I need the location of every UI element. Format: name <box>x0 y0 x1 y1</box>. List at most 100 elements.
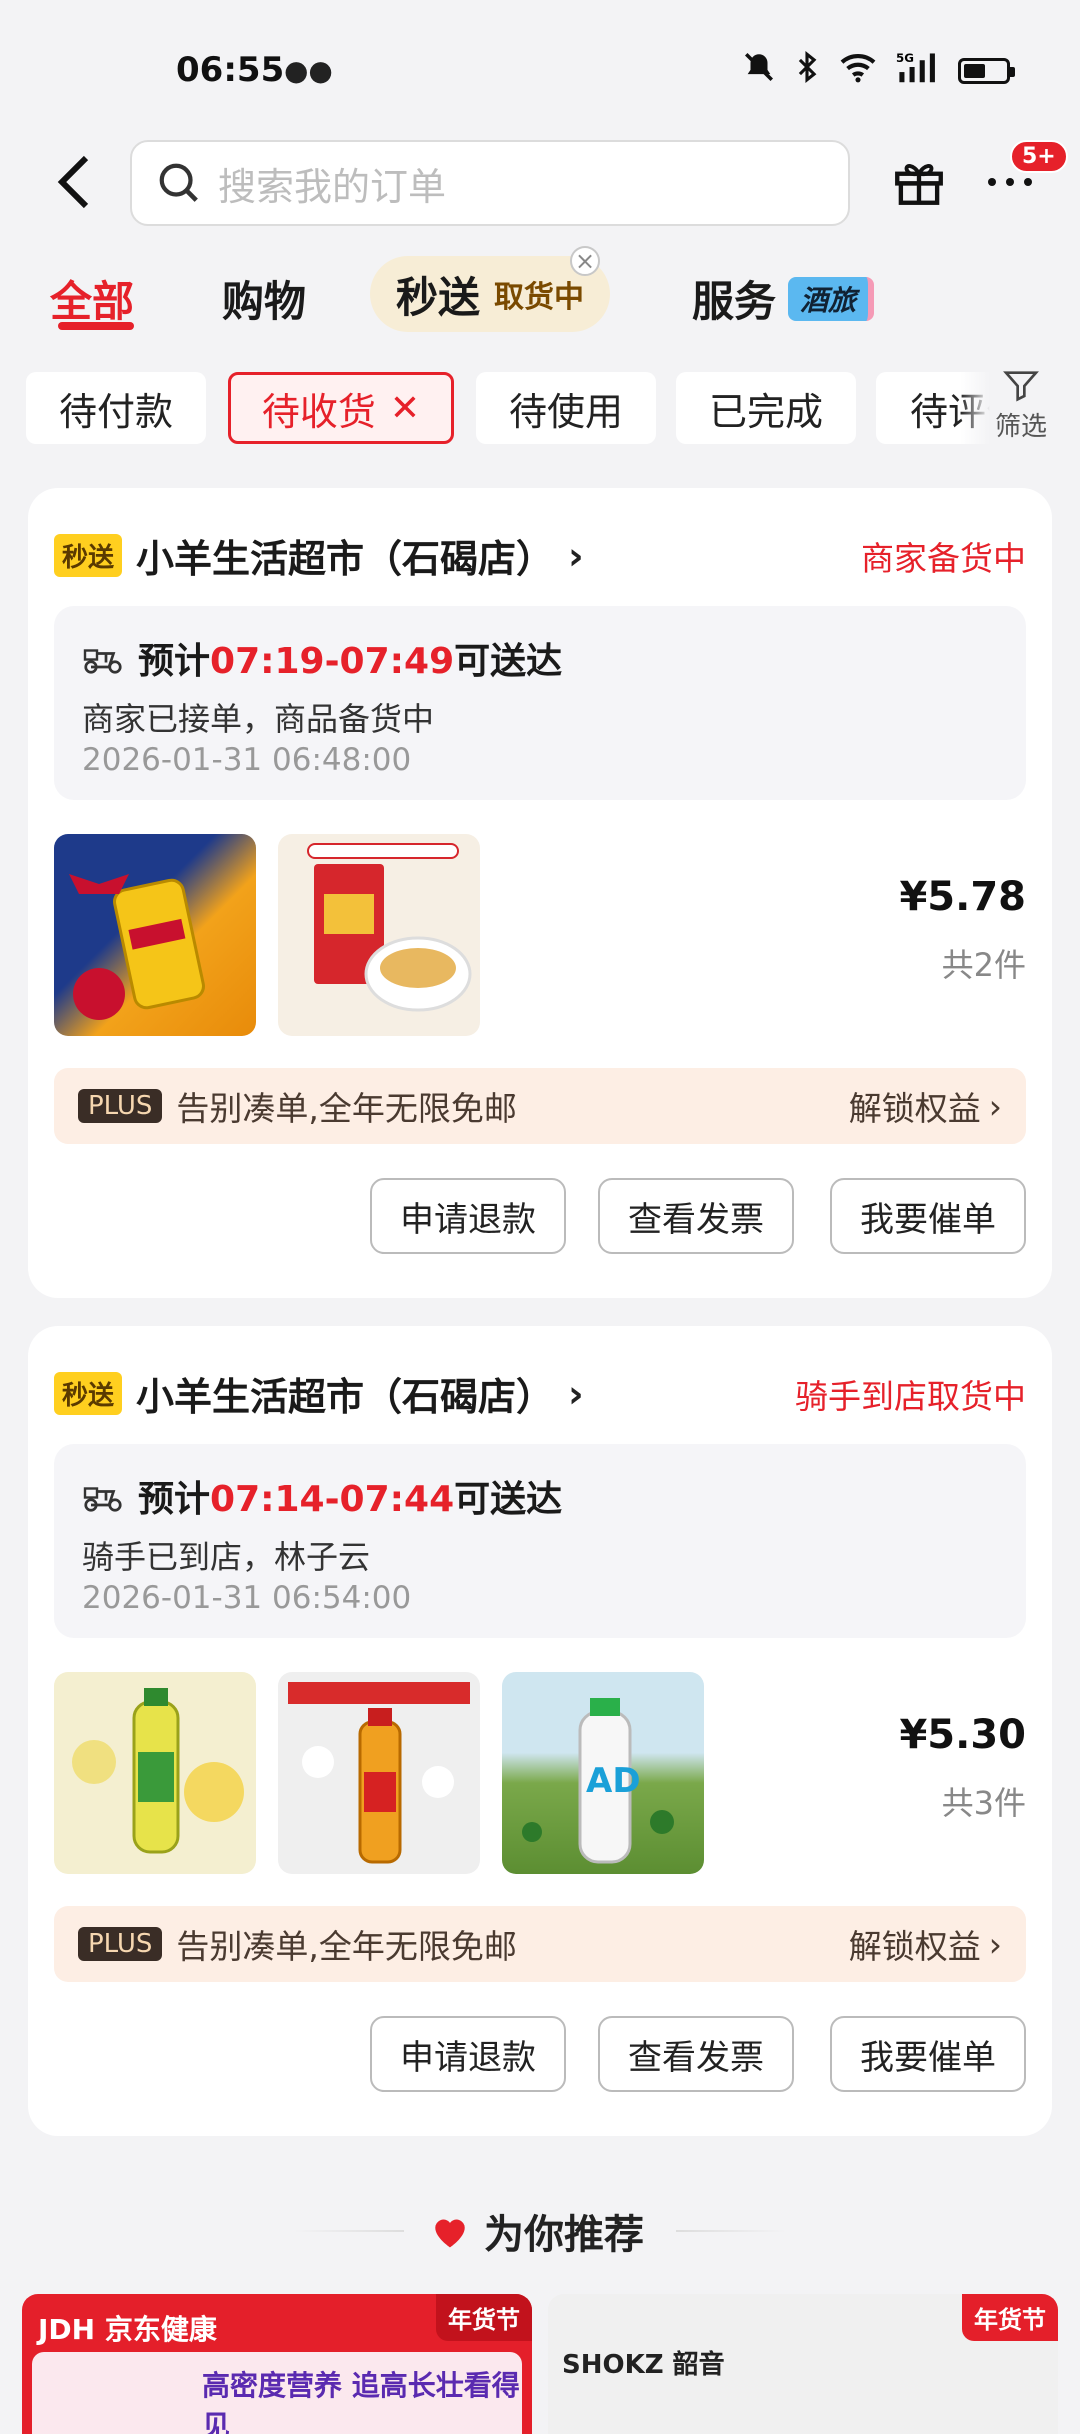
unlock-benefits-link[interactable]: 解锁权益 › <box>849 1920 1002 1968</box>
order-card[interactable]: 秒送 小羊生活超市（石碣店） › 商家备货中 预计07:19-07:49可送达 … <box>28 488 1052 1298</box>
divider <box>294 2230 404 2232</box>
chevron-right-icon: › <box>568 1371 584 1416</box>
close-icon[interactable]: ✕ <box>390 388 420 429</box>
eta-prefix: 预计 <box>138 641 211 682</box>
gift-icon <box>895 164 943 205</box>
store-name: 小羊生活超市（石碣店） <box>136 537 555 581</box>
recommend-brand: SHOKZ 韶音 <box>562 2350 725 2380</box>
store-name: 小羊生活超市（石碣店） <box>136 1375 555 1419</box>
divider <box>676 2230 786 2232</box>
order-card[interactable]: 秒送 小羊生活超市（石碣店） › 骑手到店取货中 预计07:14-07:44可送… <box>28 1326 1052 2136</box>
product-redbull-image <box>69 874 205 1020</box>
wifi-icon <box>838 51 878 91</box>
delivery-info[interactable]: 预计07:19-07:49可送达 商家已接单，商品备货中 2026-01-31 … <box>54 606 1026 800</box>
flash-tag: 秒送 <box>54 534 123 577</box>
urge-order-button[interactable]: 我要催单 <box>830 1178 1026 1254</box>
status-time: 06:55 <box>176 50 285 90</box>
plus-tag: PLUS <box>78 1089 163 1123</box>
chevron-left-icon <box>57 155 89 209</box>
flash-tag: 秒送 <box>54 1372 123 1415</box>
tab-service[interactable]: 服务 酒旅 <box>692 268 875 329</box>
product-pear-drink-image <box>72 1688 244 1854</box>
tag-hotel: 酒旅 <box>788 276 875 321</box>
recommend-brand: JDH 京东健康 <box>38 2313 217 2346</box>
filter-pending-payment[interactable]: 待付款 <box>26 372 206 444</box>
recommend-badge: 年货节 <box>962 2294 1058 2341</box>
heart-icon <box>435 2219 465 2248</box>
eta-time: 07:14-07:44 <box>210 1479 455 1520</box>
wechat-icon: ●● <box>284 54 333 87</box>
product-image[interactable]: AD <box>502 1672 704 1874</box>
refund-button[interactable]: 申请退款 <box>370 2016 566 2092</box>
plus-banner[interactable]: PLUS 告别凑单,全年无限免邮 解锁权益 › <box>54 1068 1026 1144</box>
status-icons: 5G <box>742 50 1015 92</box>
search-icon <box>159 163 198 202</box>
order-status: 骑手到店取货中 <box>795 1377 1026 1416</box>
filter-pending-receipt[interactable]: 待收货 ✕ <box>228 372 454 444</box>
chevron-right-icon: › <box>568 533 584 578</box>
tab-all[interactable]: 全部 <box>50 268 134 329</box>
search-input[interactable]: 搜索我的订单 <box>130 140 850 226</box>
plus-text: 告别凑单,全年无限免邮 <box>176 1089 517 1128</box>
close-icon[interactable]: × <box>570 246 600 276</box>
eta-suffix: 可送达 <box>454 1479 563 1520</box>
more-icon <box>988 178 1032 186</box>
plus-banner[interactable]: PLUS 告别凑单,全年无限免邮 解锁权益 › <box>54 1906 1026 1982</box>
funnel-icon <box>1003 371 1039 402</box>
product-image[interactable] <box>278 1672 480 1874</box>
tab-flash-label: 秒送 <box>396 272 481 322</box>
product-energy-drink-image <box>288 1682 470 1864</box>
battery-icon <box>958 58 1015 84</box>
order-date: 2026-01-31 06:54:00 <box>82 1580 412 1616</box>
bluetooth-icon <box>794 50 820 92</box>
order-price: ¥5.78 <box>899 874 1026 920</box>
product-image[interactable] <box>54 834 256 1036</box>
recommend-title-label: 为你推荐 <box>484 2212 644 2258</box>
unlock-benefits-label: 解锁权益 <box>848 1089 981 1128</box>
recommend-text: 高密度营养 追高长壮看得见 <box>202 2369 520 2434</box>
eta-prefix: 预计 <box>138 1479 211 1520</box>
seller-row[interactable]: 秒送 小羊生活超市（石碣店） › <box>54 528 584 583</box>
product-image[interactable] <box>278 834 480 1036</box>
scooter-icon <box>83 649 122 674</box>
recommend-card[interactable]: SHOKZ 韶音 年货节 <box>548 2294 1058 2434</box>
search-placeholder: 搜索我的订单 <box>218 164 447 209</box>
view-invoice-button[interactable]: 查看发票 <box>598 1178 794 1254</box>
eta-time: 07:19-07:49 <box>210 641 455 682</box>
recommend-banner: 高密度营养 追高长壮看得见 <box>32 2352 522 2434</box>
product-pickled-veg-image <box>307 843 472 1012</box>
scooter-icon <box>83 1487 122 1512</box>
eta-suffix: 可送达 <box>454 641 563 682</box>
tab-service-label: 服务 <box>692 277 777 326</box>
svg-text:AD: AD <box>586 1761 641 1801</box>
tab-shopping[interactable]: 购物 <box>222 268 306 329</box>
seller-row[interactable]: 秒送 小羊生活超市（石碣店） › <box>54 1366 584 1421</box>
eta-line: 预计07:19-07:49可送达 <box>82 632 562 684</box>
recommend-card[interactable]: JDH 京东健康 年货节 高密度营养 追高长壮看得见 <box>22 2294 532 2434</box>
filter-button[interactable]: 筛选 <box>990 366 1052 443</box>
filter-completed[interactable]: 已完成 <box>676 372 856 444</box>
eta-line: 预计07:14-07:44可送达 <box>82 1470 562 1522</box>
signal-5g-icon: 5G <box>896 50 940 92</box>
tab-flash-sub: 取货中 <box>494 280 585 315</box>
mute-icon <box>742 50 776 92</box>
recommend-badge: 年货节 <box>436 2294 532 2341</box>
delivery-info[interactable]: 预计07:14-07:44可送达 骑手已到店，林子云 2026-01-31 06… <box>54 1444 1026 1638</box>
item-count: 共3件 <box>941 1784 1026 1822</box>
filter-pending-receipt-label: 待收货 <box>261 389 376 434</box>
notification-badge: 5+ <box>1010 140 1068 173</box>
order-status: 商家备货中 <box>861 539 1026 578</box>
back-button[interactable] <box>44 152 104 212</box>
filter-pending-use[interactable]: 待使用 <box>476 372 656 444</box>
gift-button[interactable] <box>890 152 950 212</box>
product-image[interactable] <box>54 1672 256 1874</box>
recommend-title: 为你推荐 <box>430 2202 644 2260</box>
unlock-benefits-link[interactable]: 解锁权益 › <box>849 1082 1002 1130</box>
tab-all-underline <box>58 322 134 330</box>
delivery-desc: 骑手已到店，林子云 <box>82 1538 371 1576</box>
urge-order-button[interactable]: 我要催单 <box>830 2016 1026 2092</box>
unlock-benefits-label: 解锁权益 <box>848 1927 981 1966</box>
refund-button[interactable]: 申请退款 <box>370 1178 566 1254</box>
view-invoice-button[interactable]: 查看发票 <box>598 2016 794 2092</box>
item-count: 共2件 <box>941 946 1026 984</box>
